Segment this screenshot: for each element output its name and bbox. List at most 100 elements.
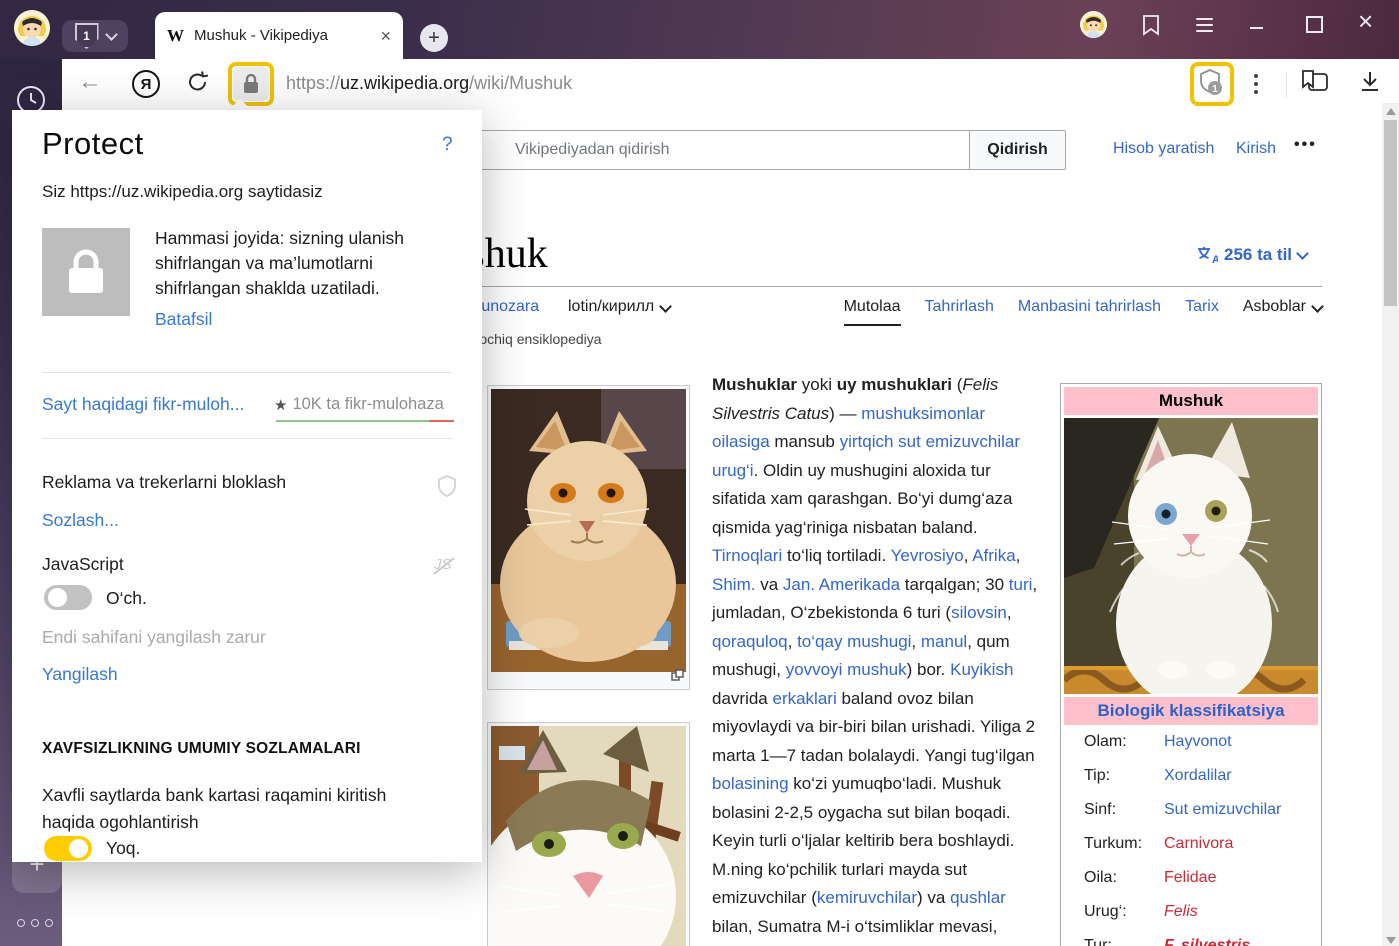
tab-tahrirlash[interactable]: Tahrirlash [925, 298, 994, 316]
profile-avatar[interactable] [14, 10, 50, 46]
taxonomy-value-link[interactable]: F. silvestris [1164, 937, 1250, 946]
search-button[interactable]: Qidirish [969, 130, 1066, 170]
help-link[interactable]: ? [442, 134, 453, 156]
tab-manbasini-tahrirlash[interactable]: Manbasini tahrirlash [1018, 298, 1161, 316]
reload-required-note: Endi sahifani yangilash zarur [42, 627, 266, 648]
lock-status-icon [42, 228, 130, 316]
tab-asboblar[interactable]: Asboblar [1243, 298, 1322, 316]
article-text: Mushuklar [712, 375, 797, 394]
taxonomy-value-link[interactable]: Felidae [1164, 869, 1216, 887]
svg-text:A: A [1212, 254, 1218, 265]
article-link[interactable]: manul [921, 632, 967, 651]
taxonomy-value-link[interactable]: Carnivora [1164, 835, 1233, 853]
infobox-kitten-image[interactable] [1064, 418, 1318, 694]
sidebar-more-icon[interactable] [17, 919, 53, 927]
browser-window: 1 W Mushuk - Vikipediya × + × + ← Я [0, 0, 1399, 946]
taxonomy-value-link[interactable]: Sut emizuvchilar [1164, 801, 1281, 819]
maximize-button[interactable] [1306, 16, 1323, 33]
protect-title: Protect [42, 126, 144, 162]
taxonomy-rank-label: Urug‘: [1084, 903, 1164, 921]
download-icon[interactable] [1358, 69, 1382, 98]
article-link[interactable]: Afrika [972, 546, 1015, 565]
article-text: , [1016, 546, 1021, 565]
taxonomy-value-link[interactable]: Xordalilar [1164, 767, 1232, 785]
javascript-disabled-icon: JS [434, 556, 452, 573]
article-link[interactable]: Kuyikish [950, 660, 1013, 679]
bank-warning-toggle[interactable] [44, 836, 92, 861]
collections-icon[interactable] [1300, 69, 1330, 100]
article-text: yoki [797, 375, 837, 394]
article-text: , [964, 546, 973, 565]
yandex-search-icon[interactable]: Я [132, 70, 160, 98]
new-tab-button[interactable]: + [420, 24, 448, 52]
tab-close-icon[interactable]: × [380, 27, 391, 45]
url-path: /wiki/Mushuk [469, 73, 572, 93]
article-link[interactable]: turi [1009, 575, 1033, 594]
article-link[interactable]: erkaklari [772, 689, 836, 708]
details-link[interactable]: Batafsil [155, 309, 212, 330]
profile-avatar-small[interactable] [1080, 11, 1107, 38]
taxonomy-rank-label: Tur: [1084, 937, 1164, 946]
star-icon: ★ [274, 396, 287, 414]
article-text: , [911, 632, 920, 651]
site-lock-button[interactable] [233, 67, 269, 101]
feedback-count: ★ 10K ta fikr-mulohaza [274, 395, 444, 414]
article-link[interactable]: Shim. [712, 575, 755, 594]
article-link[interactable]: silovsin [951, 603, 1007, 622]
reload-button[interactable] [186, 70, 210, 99]
tab-language-variant[interactable]: lotin/кирилл [568, 298, 670, 316]
javascript-label: JavaScript [42, 554, 124, 575]
article-link[interactable]: bolasining [712, 774, 789, 793]
menu-icon[interactable] [1196, 18, 1213, 32]
url-bar[interactable]: https://uz.wikipedia.org/wiki/Mushuk [286, 73, 572, 94]
article-image-white-tabby-cat[interactable] [487, 722, 690, 946]
article-text: . Oldin uy mushugini aloxida tur sifatid… [712, 461, 1013, 537]
toolbar-more-icon[interactable] [1254, 74, 1258, 94]
taxonomy-value-link[interactable]: Hayvonot [1164, 733, 1232, 751]
article-link[interactable]: Yevrosiyo [891, 546, 964, 565]
taxonomy-value-link[interactable]: Felis [1164, 903, 1198, 921]
scrollbar-thumb[interactable] [1384, 120, 1397, 306]
notifications-icon[interactable] [1140, 14, 1162, 41]
tab-tarix[interactable]: Tarix [1185, 298, 1219, 316]
chevron-down-icon [1311, 300, 1324, 313]
protect-shield-button[interactable]: 1 [1196, 67, 1226, 102]
article-link[interactable]: qoraquloq [712, 632, 788, 651]
close-button[interactable]: × [1358, 8, 1373, 34]
article-link[interactable]: to‘qay mushugi [797, 632, 911, 651]
article-link[interactable]: Tirnoqlari [712, 546, 782, 565]
javascript-toggle[interactable] [44, 585, 92, 610]
article-image-ginger-cat[interactable] [487, 385, 690, 690]
adblock-settings-link[interactable]: Sozlash... [42, 510, 119, 531]
chevron-down-icon [659, 300, 672, 313]
adblock-shield-icon [436, 474, 458, 503]
reload-page-link[interactable]: Yangilash [42, 664, 118, 685]
taxonomy-rank-label: Sinf: [1084, 801, 1164, 819]
article-link[interactable]: yovvoyi mushuk [786, 660, 907, 679]
connection-status-text: Hammasi joyida: sizning ulanish shifrlan… [155, 226, 453, 301]
create-account-link[interactable]: Hisob yaratish [1113, 140, 1214, 158]
user-more-menu[interactable]: ••• [1294, 136, 1317, 154]
tab-counter-button[interactable]: 1 [62, 20, 128, 52]
infobox-section-title[interactable]: Biologik klassifikatsiya [1064, 697, 1318, 725]
feedback-count-label: 10K ta fikr-mulohaza [292, 395, 443, 414]
tab-mutolaa[interactable]: Mutolaa [844, 298, 901, 326]
login-link[interactable]: Kirish [1236, 140, 1276, 158]
tab-title: Mushuk - Vikipediya [194, 27, 370, 44]
enlarge-icon[interactable] [671, 668, 684, 686]
scroll-down-icon[interactable] [1386, 937, 1396, 944]
search-input[interactable] [478, 130, 970, 170]
tab-count-shield-icon: 1 [75, 23, 99, 49]
scroll-up-icon[interactable] [1386, 108, 1396, 115]
taxonomy-row: Tur:F. silvestris [1084, 937, 1312, 946]
article-link[interactable]: Jan. Amerikada [783, 575, 900, 594]
back-button[interactable]: ← [78, 70, 102, 94]
article-text: , [1007, 603, 1012, 622]
taxonomy-rank-label: Turkum: [1084, 835, 1164, 853]
minimize-button[interactable] [1250, 27, 1263, 29]
article-link[interactable]: kemiruvchilar [817, 888, 917, 907]
site-feedback-link[interactable]: Sayt haqidagi fikr-muloh... [42, 394, 244, 415]
article-link[interactable]: qushlar [950, 888, 1006, 907]
languages-button[interactable]: A 256 ta til [1196, 245, 1307, 265]
browser-tab[interactable]: W Mushuk - Vikipediya × [155, 12, 403, 59]
